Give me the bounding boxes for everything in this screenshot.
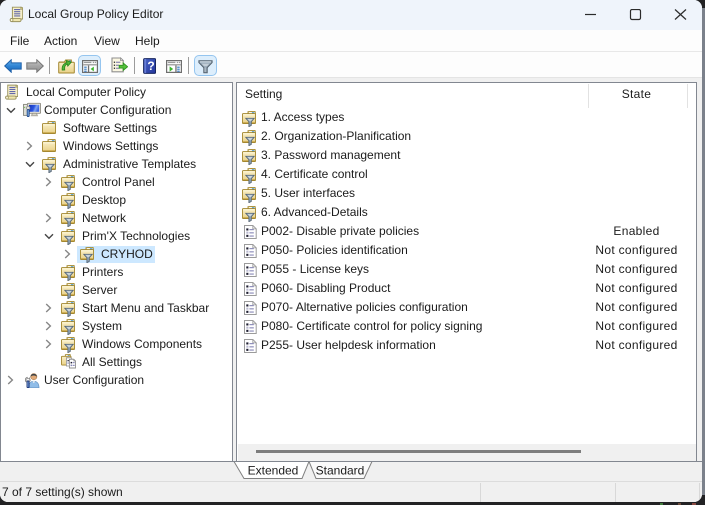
svg-text:Standard: Standard xyxy=(316,464,365,478)
svg-text:Extended: Extended xyxy=(248,464,299,478)
